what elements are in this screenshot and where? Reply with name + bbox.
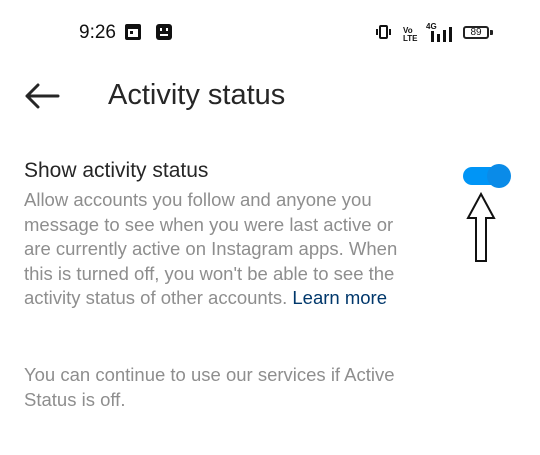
signal-icon	[428, 26, 456, 42]
setting-title: Show activity status	[24, 159, 209, 182]
battery-icon: 89	[463, 26, 489, 39]
setting-description: Allow accounts you follow and anyone you…	[24, 188, 424, 311]
app-notification-icon	[156, 24, 172, 40]
vibrate-icon	[375, 24, 391, 40]
back-arrow-icon[interactable]	[24, 83, 60, 109]
up-arrow-icon	[466, 191, 496, 269]
status-bar: 9:26 Vo LTE 4G 89	[0, 0, 540, 70]
toggle-knob	[487, 164, 511, 188]
activity-status-toggle[interactable]	[463, 163, 511, 189]
status-time: 9:26	[79, 22, 116, 43]
page-title: Activity status	[108, 79, 286, 111]
battery-tip	[490, 30, 493, 35]
footer-note: You can continue to use our services if …	[24, 364, 395, 410]
learn-more-link[interactable]: Learn more	[292, 287, 387, 308]
calendar-notification-icon	[125, 24, 141, 40]
volte-indicator: Vo LTE	[403, 26, 418, 43]
